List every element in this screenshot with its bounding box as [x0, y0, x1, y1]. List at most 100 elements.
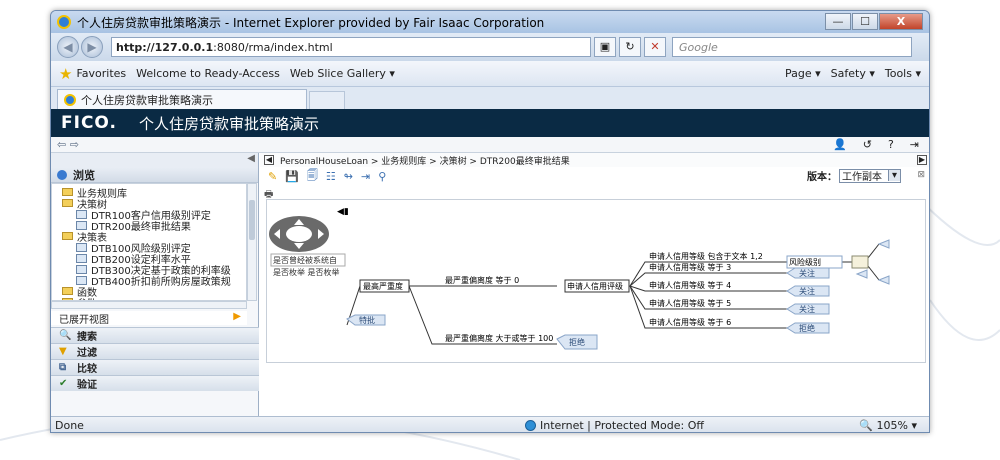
folder-icon: [62, 199, 73, 207]
folder-icon: [62, 287, 73, 295]
help-icon[interactable]: ?: [888, 138, 894, 151]
app-toolbar: ⇦ ⇨ 👤 ↺ ? ⇥: [51, 137, 929, 153]
rule-file-icon: [76, 209, 87, 219]
tools-menu[interactable]: Tools ▾: [885, 67, 921, 80]
tree-item[interactable]: DTB400折扣前所购房屋政策规: [76, 274, 231, 288]
outcome-2: 关注: [799, 268, 815, 278]
decision-tree-canvas: ◀▮ 是否曾经被系统自 是否枚举 是否枚举 最高严重度 特批 最严重偏离度 等于…: [266, 199, 926, 363]
subtree-leaf-middle[interactable]: [855, 269, 868, 279]
subtree-leaf-bottom[interactable]: [877, 275, 890, 285]
reject-node-bottom-label: 拒绝: [569, 337, 585, 347]
rule-tree: 业务规则库 决策树 DTR100客户信用级别评定 DTR200最终审批结果 决策表 DTB…: [51, 183, 247, 301]
browse-icon: [57, 169, 67, 180]
collapse-tree-icon[interactable]: ◀▮: [337, 207, 349, 217]
url-path: :8080/rma/index.html: [213, 40, 333, 54]
globe-icon: [525, 420, 536, 431]
pin-icon[interactable]: ⚲: [378, 170, 386, 183]
tab-bar: 个人住房贷款审批策略演示: [51, 87, 929, 109]
command-bar: Page ▾ Safety ▾ Tools ▾: [775, 67, 921, 80]
version-dropdown[interactable]: 工作副本 ▾: [839, 168, 901, 183]
favorite-link-welcome[interactable]: Welcome to Ready-Access: [136, 67, 280, 80]
tree-vertical-scrollbar[interactable]: [247, 183, 257, 301]
collapse-left-icon[interactable]: ◀: [247, 153, 255, 164]
expand-arrow-icon[interactable]: ▶: [233, 311, 241, 322]
ie-icon: [57, 15, 71, 29]
window-title: 个人住房贷款审批策略演示 - Internet Explorer provide…: [77, 15, 545, 30]
favorite-link-label: Web Slice Gallery ▾: [289, 67, 395, 80]
legend-line-1: 是否曾经被系统自: [273, 255, 337, 265]
browse-panel-header[interactable]: 浏览: [51, 167, 258, 183]
security-zone[interactable]: Internet | Protected Mode: Off: [525, 419, 704, 432]
decision-tree-diagram: ◀▮ 是否曾经被系统自 是否枚举 是否枚举 最高严重度 特批 最严重偏离度 等于…: [269, 207, 890, 350]
accordion-filter[interactable]: ▼ 过滤: [51, 343, 259, 359]
edit-icon[interactable]: ✎: [268, 170, 277, 183]
export-icon[interactable]: ⇥: [361, 170, 370, 183]
close-button[interactable]: X: [879, 13, 923, 30]
condition-1: 申请人信用等级 包含于文本 1,2: [649, 251, 763, 261]
nav-arrows-icon[interactable]: ⇦ ⇨: [57, 138, 79, 151]
refresh-app-icon[interactable]: ↺: [863, 138, 872, 151]
tab-active[interactable]: 个人住房贷款审批策略演示: [57, 89, 307, 109]
user-icon[interactable]: 👤: [833, 138, 847, 151]
status-text: Done: [55, 419, 84, 432]
window-controls: — ☐ X: [824, 13, 923, 30]
favorites-label: Favorites: [76, 67, 127, 80]
accordion-search[interactable]: 🔍 搜索: [51, 327, 259, 343]
page-menu[interactable]: Page ▾: [785, 67, 821, 80]
folder-icon: [62, 232, 73, 240]
subtree-leaf-top[interactable]: [877, 239, 890, 249]
tree-horizontal-scrollbar[interactable]: [51, 301, 247, 309]
properties-icon[interactable]: ☷: [326, 170, 336, 183]
url-field[interactable]: http://127.0.0.1 :8080/rma/index.html: [111, 37, 591, 57]
search-input[interactable]: Google: [672, 37, 912, 57]
favorite-link-webslice[interactable]: Web Slice Gallery ▾: [290, 67, 395, 80]
forward-button[interactable]: ▶: [81, 36, 103, 58]
scroll-thumb[interactable]: [249, 200, 255, 240]
back-button[interactable]: ◀: [57, 36, 79, 58]
condition-2: 申请人信用等级 等于 3: [649, 262, 731, 272]
mid-node-label: 申请人信用评级: [567, 281, 623, 291]
close-editor-icon[interactable]: ⊠: [917, 170, 925, 180]
connect-icon[interactable]: ↬: [344, 170, 353, 183]
outcome-5: 拒绝: [799, 323, 815, 333]
breadcrumb-text: PersonalHouseLoan > 业务规则库 > 决策树 > DTR200…: [280, 156, 570, 167]
branch-top-label: 最严重偏离度 等于 0: [445, 275, 519, 285]
favorites-button[interactable]: ★ Favorites: [59, 65, 126, 83]
accordion-validate[interactable]: ✔ 验证: [51, 375, 259, 391]
new-tab-button[interactable]: [309, 91, 345, 109]
zoom-level[interactable]: 🔍 105% ▾: [859, 419, 917, 432]
status-bar: Done Internet | Protected Mode: Off 🔍 10…: [51, 416, 929, 432]
outcome-4: 关注: [799, 304, 815, 314]
rule-file-icon: [76, 253, 87, 263]
condition-4: 申请人信用等级 等于 5: [649, 298, 731, 308]
subtree-node[interactable]: [851, 255, 869, 269]
outcome-1: 风险级别: [789, 257, 821, 267]
pan-control[interactable]: [269, 216, 329, 252]
compat-view-icon[interactable]: ▣: [594, 37, 616, 57]
expand-view-row[interactable]: 已展开视图 ▶: [51, 311, 247, 326]
expand-view-label: 已展开视图: [59, 315, 109, 326]
maximize-button[interactable]: ☐: [852, 13, 878, 30]
collapse-panel-icon[interactable]: ◀: [264, 155, 274, 165]
check-icon: ✔: [59, 378, 68, 389]
url-host: http://127.0.0.1: [116, 40, 214, 54]
security-zone-label: Internet | Protected Mode: Off: [540, 419, 704, 432]
refresh-icon[interactable]: ↻: [619, 37, 641, 57]
accordion-label: 搜索: [77, 332, 97, 343]
safety-menu[interactable]: Safety ▾: [831, 67, 875, 80]
app-title: 个人住房贷款审批策略演示: [138, 114, 319, 133]
favorites-bar: ★ Favorites Welcome to Ready-Access Web …: [51, 61, 929, 87]
expand-panel-icon[interactable]: ▶: [917, 155, 927, 165]
save-icon[interactable]: 💾: [285, 170, 299, 183]
browse-label: 浏览: [73, 168, 95, 182]
logout-icon[interactable]: ⇥: [910, 138, 919, 151]
address-bar: ◀ ▶ http://127.0.0.1 :8080/rma/index.htm…: [51, 33, 929, 61]
minimize-button[interactable]: —: [825, 13, 851, 30]
accordion-compare[interactable]: ⧉ 比较: [51, 359, 259, 375]
save-as-icon[interactable]: 🗐: [307, 167, 318, 186]
stop-icon[interactable]: ✕: [644, 37, 666, 57]
breadcrumb: ◀ PersonalHouseLoan > 业务规则库 > 决策树 > DTR2…: [260, 153, 929, 167]
app-toolbar-icons: 👤 ↺ ? ⇥: [817, 138, 919, 151]
filter-icon: ▼: [59, 346, 67, 357]
version-selector: 版本： 工作副本 ▾: [807, 168, 901, 183]
